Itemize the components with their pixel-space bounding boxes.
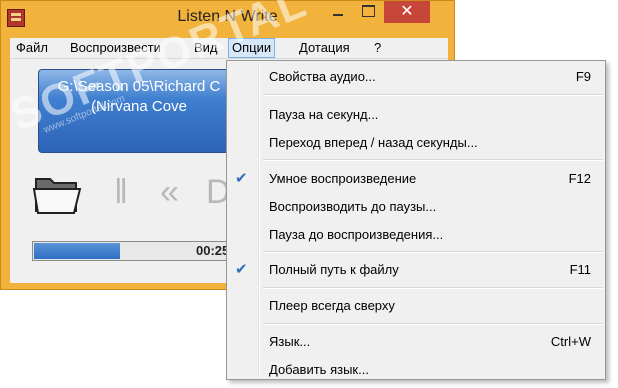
menu-separator [263,251,603,253]
menu-item-label: Плеер всегда сверху [269,298,395,313]
menu-item-label: Переход вперед / назад секунды... [269,135,478,150]
menu-item-shortcut: Ctrl+W [550,334,591,349]
open-folder-icon[interactable] [32,171,82,217]
menu-view[interactable]: Вид [194,40,218,55]
rewind-icon[interactable]: « [160,175,179,209]
menu-item-smart-playback[interactable]: ✔ Умное воспроизведение F12 [227,167,605,191]
menu-item-label: Пауза на секунд... [269,107,379,122]
menu-item-jump-seconds[interactable]: Переход вперед / назад секунды... [227,131,605,155]
menu-item-pause-until-play[interactable]: Пауза до воспроизведения... [227,223,605,247]
menu-separator [263,323,603,325]
menu-separator [263,94,603,96]
menu-help[interactable]: ? [374,40,381,55]
checkmark-icon: ✔ [235,261,248,278]
menu-item-label: Добавить язык... [269,362,369,377]
elapsed-time: 00:25 [196,243,230,258]
menu-play[interactable]: Воспроизвести [70,40,161,55]
pause-icon[interactable]: ‖ [114,175,128,209]
menu-item-full-path[interactable]: ✔ Полный путь к файлу F11 [227,258,605,282]
track-display: G:\Season 05\Richard C (Nirvana Cove [38,69,240,153]
menu-item-language[interactable]: Язык... Ctrl+W [227,330,605,354]
menu-item-label: Язык... [269,334,311,349]
close-button[interactable]: ✕ [384,1,430,23]
progress-fill [34,243,120,259]
menu-item-shortcut: F9 [575,69,591,84]
menu-item-label: Полный путь к файлу [269,262,399,277]
menu-separator [263,159,603,161]
menu-item-play-until-pause[interactable]: Воспроизводить до паузы... [227,195,605,219]
minimize-button[interactable] [324,1,351,23]
menu-item-shortcut: F11 [569,262,591,277]
menu-item-always-on-top[interactable]: Плеер всегда сверху [227,294,605,318]
menu-separator [263,287,603,289]
menu-item-pause-seconds[interactable]: Пауза на секунд... [227,103,605,127]
menu-item-label: Свойства аудио... [269,69,376,84]
menu-item-label: Воспроизводить до паузы... [269,199,437,214]
menu-item-shortcut: F12 [568,171,591,186]
checkmark-icon: ✔ [235,170,248,187]
menu-options[interactable]: Опции [228,38,276,58]
menu-file[interactable]: Файл [16,40,48,55]
menu-item-label: Умное воспроизведение [269,171,417,186]
maximize-button[interactable] [354,1,381,23]
menu-item-label: Пауза до воспроизведения... [269,227,444,242]
menu-item-audio-properties[interactable]: Свойства аудио... F9 [227,65,605,89]
track-title: (Nirvana Cove [91,98,187,115]
track-path: G:\Season 05\Richard C [57,78,221,95]
options-dropdown-menu: Свойства аудио... F9 Пауза на секунд... … [226,60,606,380]
menu-bar: Файл Воспроизвести Вид Опции Дотация ? [10,38,448,59]
menu-item-add-language[interactable]: Добавить язык... [227,358,605,382]
title-bar[interactable]: Listen N Write ✕ [1,1,454,35]
menu-donation[interactable]: Дотация [299,40,350,55]
